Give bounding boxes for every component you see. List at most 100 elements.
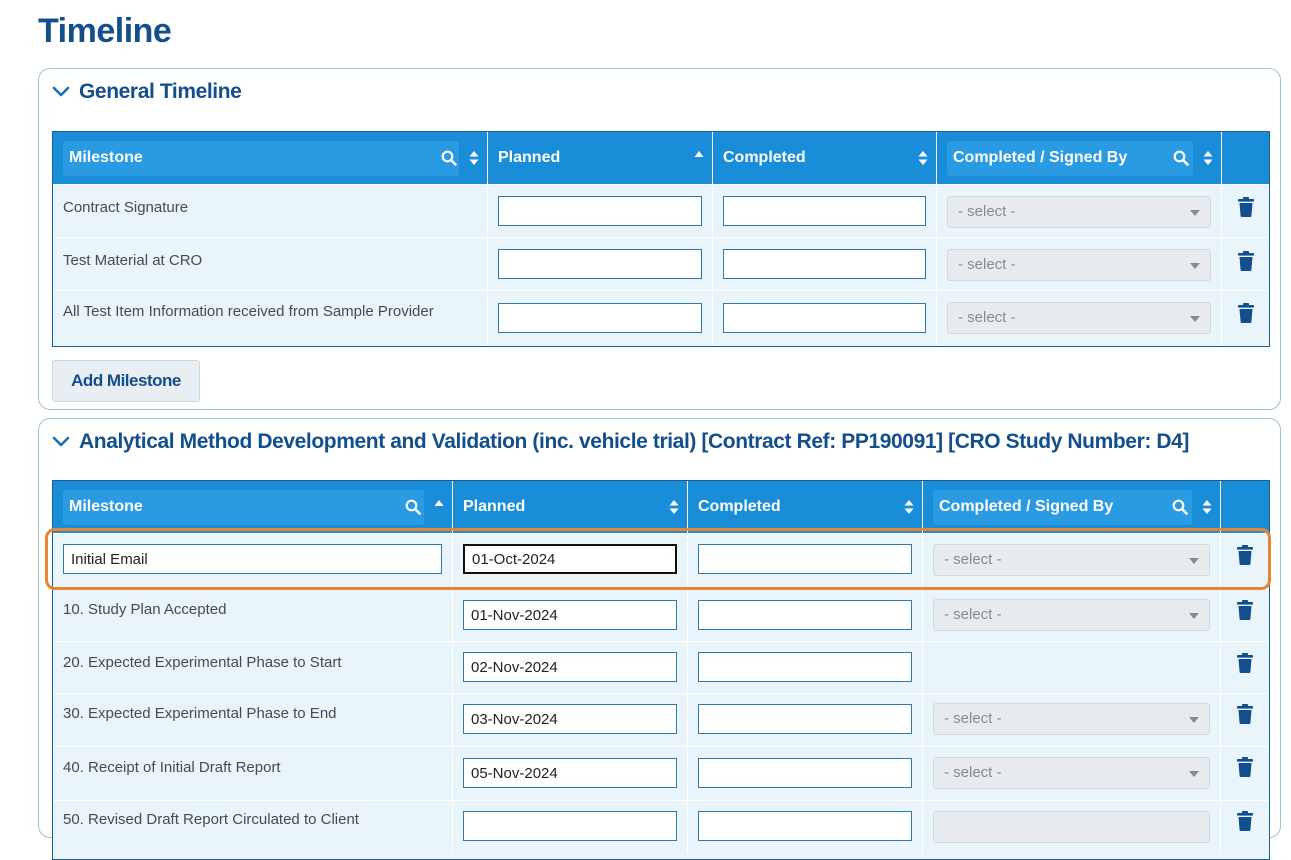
column-header-completed[interactable]: Completed xyxy=(713,132,937,184)
signed-by-select[interactable] xyxy=(933,811,1210,843)
column-header-milestone[interactable]: Milestone xyxy=(53,132,488,184)
signed-by-select[interactable]: - select - xyxy=(933,544,1210,576)
sort-icon[interactable] xyxy=(469,150,479,166)
completed-date-input[interactable] xyxy=(723,196,926,226)
planned-date-input[interactable] xyxy=(463,811,677,841)
column-label: Planned xyxy=(498,149,561,166)
table-row: Test Material at CRO - select - xyxy=(53,237,1269,290)
signed-by-select[interactable]: - select - xyxy=(933,703,1210,735)
completed-date-input[interactable] xyxy=(698,544,912,574)
dropdown-caret-icon xyxy=(1189,717,1199,723)
planned-cell xyxy=(453,747,688,800)
select-value: - select - xyxy=(944,606,1002,623)
completed-date-input[interactable] xyxy=(723,249,926,279)
signed-by-select[interactable]: - select - xyxy=(947,249,1211,281)
add-milestone-button[interactable]: Add Milestone xyxy=(52,360,200,402)
sort-icon[interactable] xyxy=(669,499,679,515)
signed-by-select[interactable]: - select - xyxy=(947,196,1211,228)
trash-icon[interactable] xyxy=(1237,757,1253,777)
completed-date-input[interactable] xyxy=(698,811,912,841)
column-label: Completed / Signed By xyxy=(953,149,1128,166)
general-timeline-header[interactable]: General Timeline xyxy=(51,77,242,107)
sort-icon[interactable] xyxy=(918,150,928,166)
sort-asc-icon[interactable] xyxy=(434,499,444,507)
select-value: - select - xyxy=(958,309,1016,326)
planned-cell xyxy=(453,589,688,641)
actions-cell xyxy=(1221,747,1269,800)
trash-icon[interactable] xyxy=(1237,600,1253,620)
actions-cell xyxy=(1222,291,1269,346)
completed-cell xyxy=(688,694,923,746)
column-header-signed-by[interactable]: Completed / Signed By xyxy=(923,481,1221,533)
trash-icon[interactable] xyxy=(1237,811,1253,831)
search-icon[interactable] xyxy=(441,150,457,166)
sort-asc-icon[interactable] xyxy=(694,150,704,158)
panel-title: Analytical Method Development and Valida… xyxy=(79,430,1190,453)
chevron-down-icon[interactable] xyxy=(51,432,71,452)
column-header-milestone[interactable]: Milestone xyxy=(53,481,453,533)
table-row: 10. Study Plan Accepted - select - xyxy=(53,588,1269,641)
column-header-completed[interactable]: Completed xyxy=(688,481,923,533)
analytical-method-header[interactable]: Analytical Method Development and Valida… xyxy=(51,427,1189,457)
sort-icon[interactable] xyxy=(1202,499,1212,515)
milestone-name: Test Material at CRO xyxy=(63,252,203,269)
column-header-planned[interactable]: Planned xyxy=(453,481,688,533)
planned-date-input[interactable] xyxy=(463,544,677,574)
signed-by-select[interactable]: - select - xyxy=(933,599,1210,631)
planned-date-input[interactable] xyxy=(498,249,702,279)
signed-by-cell: - select - xyxy=(937,291,1222,346)
completed-date-input[interactable] xyxy=(723,303,926,333)
signed-by-select[interactable]: - select - xyxy=(933,757,1210,789)
sort-icon[interactable] xyxy=(1203,150,1213,166)
select-value: - select - xyxy=(958,203,1016,220)
completed-date-input[interactable] xyxy=(698,652,912,682)
milestone-name-input[interactable] xyxy=(63,544,442,574)
completed-date-input[interactable] xyxy=(698,600,912,630)
milestone-cell: Test Material at CRO xyxy=(53,238,488,290)
milestone-name: All Test Item Information received from … xyxy=(63,303,434,320)
milestone-cell xyxy=(53,534,453,588)
completed-date-input[interactable] xyxy=(698,758,912,788)
trash-icon[interactable] xyxy=(1238,303,1254,323)
planned-date-input[interactable] xyxy=(463,600,677,630)
column-label: Completed / Signed By xyxy=(939,498,1114,515)
table-row: 50. Revised Draft Report Circulated to C… xyxy=(53,800,1269,853)
completed-date-input[interactable] xyxy=(698,704,912,734)
milestone-name: 50. Revised Draft Report Circulated to C… xyxy=(63,811,359,828)
milestone-name: 30. Expected Experimental Phase to End xyxy=(63,705,337,722)
trash-icon[interactable] xyxy=(1237,704,1253,724)
milestone-name: Contract Signature xyxy=(63,199,189,216)
milestone-name: 20. Expected Experimental Phase to Start xyxy=(63,654,342,671)
select-value: - select - xyxy=(958,256,1016,273)
column-header-signed-by[interactable]: Completed / Signed By xyxy=(937,132,1222,184)
dropdown-caret-icon xyxy=(1189,613,1199,619)
editing-row: - select - xyxy=(53,533,1269,588)
planned-date-input[interactable] xyxy=(498,303,702,333)
dropdown-caret-icon xyxy=(1190,210,1200,216)
column-header-actions xyxy=(1222,132,1269,184)
signed-by-select[interactable]: - select - xyxy=(947,302,1211,334)
actions-cell xyxy=(1221,801,1269,853)
trash-icon[interactable] xyxy=(1237,545,1253,565)
search-icon[interactable] xyxy=(1172,499,1188,515)
planned-date-input[interactable] xyxy=(463,704,677,734)
signed-by-cell: - select - xyxy=(923,589,1221,641)
search-icon[interactable] xyxy=(1173,150,1189,166)
trash-icon[interactable] xyxy=(1238,197,1254,217)
planned-cell xyxy=(488,185,713,237)
trash-icon[interactable] xyxy=(1237,653,1253,673)
search-icon[interactable] xyxy=(405,499,421,515)
column-header-planned[interactable]: Planned xyxy=(488,132,713,184)
milestone-name: 10. Study Plan Accepted xyxy=(63,601,227,618)
select-value: - select - xyxy=(944,764,1002,781)
chevron-down-icon[interactable] xyxy=(51,82,71,102)
completed-cell xyxy=(713,291,937,346)
sort-icon[interactable] xyxy=(904,499,914,515)
planned-date-input[interactable] xyxy=(463,652,677,682)
planned-date-input[interactable] xyxy=(463,758,677,788)
milestone-cell: 40. Receipt of Initial Draft Report xyxy=(53,747,453,800)
trash-icon[interactable] xyxy=(1238,251,1254,271)
signed-by-cell: - select - xyxy=(923,694,1221,746)
planned-date-input[interactable] xyxy=(498,196,702,226)
planned-cell xyxy=(488,238,713,290)
